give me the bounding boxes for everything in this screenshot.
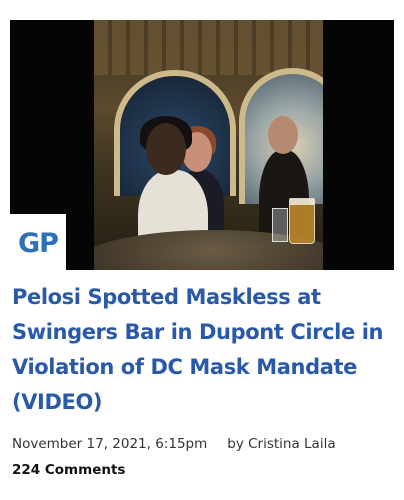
article-meta: November 17, 2021, 6:15pm by Cristina Lai… [12, 436, 336, 452]
video-frame [94, 20, 323, 270]
comments-link[interactable]: 224 Comments [12, 462, 125, 478]
article-author[interactable]: by Cristina Laila [227, 436, 335, 452]
article-video-thumbnail[interactable]: GP [10, 20, 394, 270]
site-logo[interactable]: GP [10, 214, 66, 270]
article-date: November 17, 2021, 6:15pm [12, 436, 208, 452]
article-title[interactable]: Pelosi Spotted Maskless at Swingers Bar … [12, 280, 397, 420]
site-logo-text: GP [18, 227, 59, 259]
